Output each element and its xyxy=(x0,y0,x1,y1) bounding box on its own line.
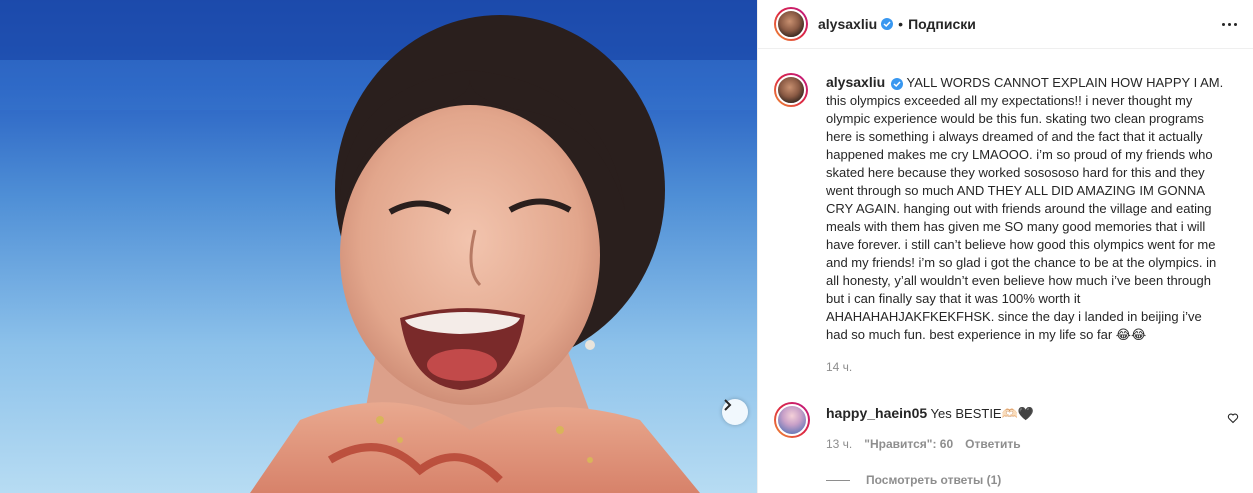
comment-meta: 13 ч. "Нравится": 60 Ответить xyxy=(826,437,1034,451)
replies-divider xyxy=(826,479,850,481)
author-username[interactable]: alysaxliu xyxy=(818,16,877,32)
verified-badge-icon xyxy=(881,18,894,30)
heart-outline-icon[interactable] xyxy=(1227,412,1239,424)
caption-author-avatar[interactable] xyxy=(774,73,808,107)
comment-timestamp[interactable]: 13 ч. xyxy=(826,437,852,451)
commenter-username[interactable]: happy_haein05 xyxy=(826,405,927,421)
caption-username[interactable]: alysaxliu xyxy=(826,74,885,90)
caption-text: YALL WORDS CANNOT EXPLAIN HOW HAPPY I AM… xyxy=(826,75,1224,342)
post-media[interactable] xyxy=(0,0,757,493)
view-replies-label: Посмотреть ответы (1) xyxy=(866,473,1002,487)
commenter-avatar[interactable] xyxy=(774,402,810,438)
header-separator: • xyxy=(898,16,904,32)
caption-body: alysaxliu YALL WORDS CANNOT EXPLAIN HOW … xyxy=(826,73,1226,344)
verified-badge-icon xyxy=(891,78,904,90)
post-caption: alysaxliu YALL WORDS CANNOT EXPLAIN HOW … xyxy=(758,49,1253,344)
chevron-right-icon xyxy=(724,399,732,411)
post-side-panel: alysaxliu • Подписки alysaxliu YALL WORD… xyxy=(757,0,1253,493)
post-modal: alysaxliu • Подписки alysaxliu YALL WORD… xyxy=(0,0,1253,493)
post-header: alysaxliu • Подписки xyxy=(758,0,1253,49)
author-avatar[interactable] xyxy=(774,7,808,41)
comment-text: Yes BESTIE🫶🏻🖤 xyxy=(930,406,1034,421)
view-replies-button[interactable]: Посмотреть ответы (1) xyxy=(758,473,1253,487)
next-media-button[interactable] xyxy=(722,399,748,425)
following-button[interactable]: Подписки xyxy=(908,16,976,32)
more-options-icon[interactable] xyxy=(1222,17,1237,32)
comment-body: happy_haein05 Yes BESTIE🫶🏻🖤 xyxy=(826,402,1034,423)
caption-timestamp[interactable]: 14 ч. xyxy=(826,360,1253,374)
comment-likes[interactable]: "Нравится": 60 xyxy=(864,437,953,451)
post-photo xyxy=(0,0,757,493)
comment-reply-button[interactable]: Ответить xyxy=(965,437,1020,451)
comment-item: happy_haein05 Yes BESTIE🫶🏻🖤 13 ч. "Нрави… xyxy=(758,374,1253,451)
